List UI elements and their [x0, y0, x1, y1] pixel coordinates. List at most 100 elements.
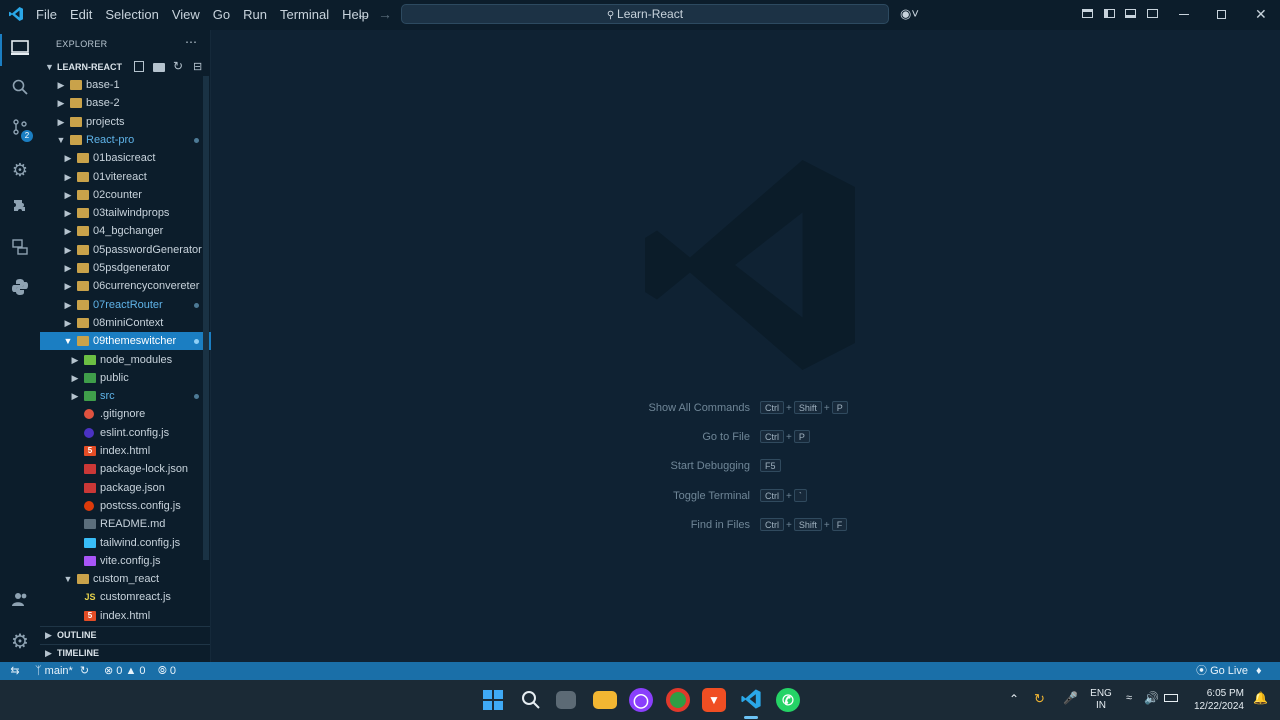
shortcut-keys: Ctrl + Shift + F — [758, 517, 849, 531]
warning-count: 0 — [139, 665, 146, 677]
brave-icon[interactable]: ▼ — [702, 688, 726, 712]
file-item[interactable]: 5 index.html — [40, 607, 211, 625]
key-cap: Ctrl — [760, 401, 784, 414]
customize-layout-icon[interactable] — [1147, 9, 1158, 18]
file-item[interactable]: .gitignore — [40, 405, 211, 423]
chrome-icon[interactable] — [666, 688, 690, 712]
back-arrow-icon[interactable]: ← — [356, 6, 370, 22]
toggle-sidebar-icon[interactable] — [1104, 9, 1115, 18]
extensions-icon[interactable] — [8, 198, 32, 222]
folder-item[interactable]: ▶ 07reactRouter — [40, 296, 211, 314]
vscode-taskbar-icon[interactable] — [739, 688, 763, 712]
folder-item[interactable]: ▼ React-pro — [40, 131, 211, 149]
file-item[interactable]: JS customreact.js — [40, 588, 211, 606]
folder-item[interactable]: ▶ 08miniContext — [40, 314, 211, 332]
folder-item[interactable]: ▶ public — [40, 369, 211, 387]
file-item[interactable]: vite.config.js — [40, 552, 211, 570]
refresh-icon[interactable]: ↻ — [173, 59, 183, 73]
problems-item[interactable]: ⊗ 0 ▲ 0 — [104, 662, 146, 680]
menu-item-file[interactable]: File — [36, 7, 57, 22]
minimize-icon[interactable] — [1179, 14, 1189, 15]
clock[interactable]: 6:05 PM 12/22/2024 — [1190, 687, 1244, 713]
menu-item-terminal[interactable]: Terminal — [280, 7, 329, 22]
whatsapp-icon[interactable]: ✆ — [776, 688, 800, 712]
project-chevron-icon[interactable]: ▼ — [45, 62, 54, 72]
notification-center-icon[interactable]: 🔔 — [1253, 691, 1268, 705]
github-desktop-icon[interactable]: ◯ — [629, 688, 653, 712]
file-item[interactable]: package.json — [40, 479, 211, 497]
file-item[interactable]: eslint.config.js — [40, 424, 211, 442]
restore-icon[interactable] — [1217, 10, 1226, 19]
folder-item[interactable]: ▼ 09themeswitcher — [40, 332, 211, 351]
new-folder-icon[interactable] — [153, 63, 165, 72]
folder-item[interactable]: ▶ 05passwordGenerator — [40, 241, 211, 259]
folder-item[interactable]: ▶ node_modules — [40, 351, 211, 369]
more-actions-icon[interactable]: ⋯ — [185, 35, 197, 49]
debug-icon[interactable]: ⚙ — [8, 158, 32, 182]
editor-area: Show All Commands Ctrl + Shift + P Go to File C… — [212, 30, 1280, 662]
python-icon[interactable] — [8, 278, 32, 302]
folder-item[interactable]: ▶ 02counter — [40, 186, 211, 204]
menu-item-selection[interactable]: Selection — [105, 7, 158, 22]
file-item[interactable]: tailwind.config.js — [40, 534, 211, 552]
folder-item[interactable]: ▶ projects — [40, 113, 211, 131]
plus-sign: + — [786, 403, 792, 414]
folder-item[interactable]: ▶ 03tailwindprops — [40, 204, 211, 222]
command-center-search[interactable]: ⚲ Learn-React — [401, 4, 889, 24]
new-file-icon[interactable] — [134, 61, 144, 72]
remote-explorer-icon[interactable] — [8, 238, 32, 262]
copilot-icon[interactable]: ◉˅ — [900, 6, 919, 22]
folder-item[interactable]: ▶ 04_bgchanger — [40, 222, 211, 240]
html-icon: 5 — [84, 446, 96, 456]
branch-item[interactable]: ᛉ main* ↻ — [35, 662, 89, 680]
file-item[interactable]: 5 index.html — [40, 442, 211, 460]
wifi-icon[interactable]: ≈ — [1126, 692, 1132, 704]
tree-scrollbar[interactable] — [203, 76, 209, 560]
folder-item[interactable]: ▶ 01vitereact — [40, 168, 211, 186]
windows-start-icon[interactable] — [483, 690, 503, 710]
toggle-bottom-panel-icon[interactable] — [1125, 9, 1136, 18]
go-live-button[interactable]: ⦿ Go Live — [1196, 662, 1248, 680]
folder-item[interactable]: ▶ base-2 — [40, 94, 211, 112]
accounts-icon[interactable] — [8, 590, 32, 614]
folder-item[interactable]: ▶ 06currencyconvereter — [40, 277, 211, 295]
volume-icon[interactable]: 🔊 — [1144, 691, 1159, 705]
remote-indicator-icon[interactable]: ⇆ — [0, 662, 30, 680]
show-hidden-icons-icon[interactable]: ⌃ — [1009, 692, 1019, 706]
folder-item[interactable]: ▶ 05psdgenerator — [40, 259, 211, 277]
menu-item-view[interactable]: View — [172, 7, 200, 22]
file-item[interactable]: package-lock.json — [40, 460, 211, 478]
menu-item-go[interactable]: Go — [213, 7, 230, 22]
timeline-section[interactable]: ▶ TIMELINE — [40, 644, 210, 662]
toggle-panel-icon[interactable] — [1082, 9, 1093, 18]
settings-gear-icon[interactable]: ⚙ — [8, 630, 32, 654]
search-icon[interactable] — [8, 78, 32, 102]
outline-section[interactable]: ▶ OUTLINE — [40, 626, 210, 644]
explorer-icon[interactable] — [8, 38, 32, 62]
notifications-bell-icon[interactable]: ♦ — [1256, 662, 1262, 680]
taskbar-search-icon[interactable] — [521, 690, 541, 713]
folder-item[interactable]: ▼ custom_react — [40, 570, 211, 588]
windows-taskbar: ◯ ▼ ✆ ⌃ ↻ 🎤 ENG IN ≈ 🔊 6:05 PM 12/22/202… — [0, 680, 1280, 720]
project-name[interactable]: LEARN-REACT — [57, 62, 122, 72]
language-indicator[interactable]: ENG IN — [1090, 688, 1112, 712]
tree-item-label: base-1 — [86, 79, 120, 91]
microphone-icon[interactable]: 🎤 — [1063, 691, 1078, 705]
collapse-all-icon[interactable]: ⊟ — [193, 60, 202, 73]
folder-item[interactable]: ▶ base-1 — [40, 76, 211, 94]
battery-icon[interactable] — [1164, 694, 1178, 702]
file-item[interactable]: postcss.config.js — [40, 497, 211, 515]
menu-item-edit[interactable]: Edit — [70, 7, 92, 22]
menu-item-run[interactable]: Run — [243, 7, 267, 22]
file-item[interactable]: README.md — [40, 515, 211, 533]
folder-item[interactable]: ▶ 01basicreact — [40, 149, 211, 167]
sync-tray-icon[interactable]: ↻ — [1034, 691, 1045, 707]
close-icon[interactable]: ✕ — [1255, 6, 1267, 23]
file-explorer-icon[interactable] — [593, 691, 617, 709]
forward-arrow-icon[interactable]: → — [378, 6, 392, 22]
scm-badge: 2 — [21, 130, 33, 142]
task-view-icon[interactable] — [556, 691, 576, 709]
folder-item[interactable]: ▶ src — [40, 387, 211, 405]
ports-item[interactable]: ⦾ 0 — [158, 662, 176, 680]
folder-icon — [77, 299, 89, 310]
